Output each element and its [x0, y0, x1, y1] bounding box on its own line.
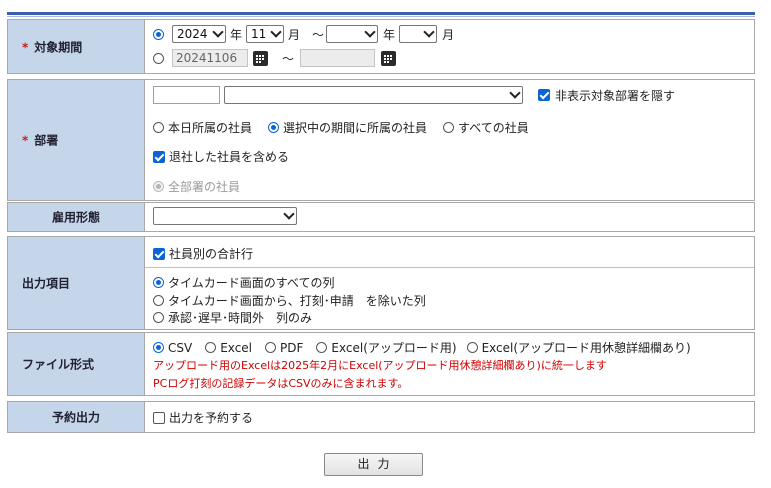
excel-upload-break-label: Excel(アップロード用休憩詳細欄あり) [481, 341, 691, 355]
top-rule [7, 12, 755, 15]
end-month-select[interactable] [399, 25, 438, 43]
reservation-section: 予約出力 出力を予約する [7, 401, 755, 433]
excel-upload-radio[interactable] [316, 342, 328, 353]
calendar-icon[interactable] [381, 50, 397, 66]
reserve-output-label: 出力を予約する [169, 411, 254, 425]
required-mark: * [22, 133, 29, 148]
period-label-cell: * 対象期間 [8, 20, 145, 73]
file-format-label: ファイル形式 [22, 357, 95, 372]
month-unit: 月 [288, 27, 301, 42]
period-month-radio[interactable] [153, 28, 164, 40]
csv-label: CSV [168, 340, 193, 355]
divider [145, 267, 754, 268]
period-members-radio[interactable] [268, 122, 280, 133]
all-members-label: すべての社員 [458, 121, 529, 135]
output-button[interactable]: 出力 [324, 453, 423, 476]
year-unit: 年 [230, 27, 243, 42]
end-year-unit: 年 [383, 27, 396, 42]
reservation-label-cell: 予約出力 [8, 402, 145, 432]
chevron-down-icon [270, 26, 282, 38]
all-columns-label: タイムカード画面のすべての列 [168, 276, 335, 290]
period-label: 対象期間 [34, 40, 83, 54]
date-from-input[interactable]: 20241106 [172, 49, 248, 67]
period-date-radio[interactable] [153, 52, 164, 64]
department-section: * 部署 非表示対象部署を隠す 本日所属の社員 選択中の期間に所属の社員 すべての… [7, 79, 755, 201]
department-label-cell: * 部署 [8, 80, 145, 200]
excel-unification-notice: アップロード用のExcelは2025年2月にExcel(アップロード用休憩詳細欄… [153, 359, 607, 372]
required-mark: * [22, 40, 29, 54]
pc-log-notice: PCログ打刻の記録データはCSVのみに含まれます。 [153, 377, 409, 390]
chevron-down-icon [212, 26, 224, 38]
period-section: * 対象期間 2024 年 11 月 ～ 年 月 20241106 ～ [7, 19, 755, 74]
employment-label-cell: 雇用形態 [8, 203, 145, 231]
excel-label: Excel [220, 340, 253, 355]
excel-upload-break-radio[interactable] [466, 342, 478, 353]
date-range-tilde: ～ [282, 51, 295, 66]
all-departments-radio[interactable] [153, 181, 164, 192]
csv-radio[interactable] [153, 342, 164, 353]
pdf-label: PDF [280, 340, 304, 355]
approval-only-label: 承認･遅早･時間外 列のみ [168, 311, 313, 325]
today-members-label: 本日所属の社員 [168, 121, 253, 135]
all-members-radio[interactable] [443, 122, 455, 133]
date-to-input[interactable] [300, 49, 376, 67]
all-columns-radio[interactable] [153, 277, 164, 288]
approval-only-radio[interactable] [153, 312, 164, 323]
today-members-radio[interactable] [153, 122, 164, 133]
output-items-label: 出力項目 [22, 276, 71, 291]
department-code-input[interactable] [153, 86, 220, 104]
per-employee-total-label: 社員別の合計行 [169, 247, 254, 261]
department-label: 部署 [34, 133, 59, 148]
pdf-radio[interactable] [265, 342, 277, 353]
excel-radio[interactable] [205, 342, 217, 353]
reserve-output-checkbox[interactable] [153, 411, 165, 424]
year-select[interactable]: 2024 [172, 25, 226, 43]
department-select[interactable] [224, 86, 523, 104]
calendar-icon[interactable] [253, 50, 268, 66]
file-format-label-cell: ファイル形式 [8, 333, 145, 395]
employment-label: 雇用形態 [51, 210, 100, 225]
employment-section: 雇用形態 [7, 202, 755, 232]
chevron-down-icon [423, 26, 435, 38]
chevron-down-icon [283, 208, 295, 220]
reservation-label: 予約出力 [51, 410, 100, 425]
range-tilde: ～ [312, 27, 325, 42]
include-retired-label: 退社した社員を含める [169, 150, 290, 164]
output-items-section: 出力項目 社員別の合計行 タイムカード画面のすべての列 タイムカード画面から、打… [7, 236, 755, 330]
exclude-punch-radio[interactable] [153, 295, 164, 306]
excel-upload-label: Excel(アップロード用) [331, 341, 457, 355]
month-select[interactable]: 11 [246, 25, 285, 43]
end-year-select[interactable] [326, 25, 379, 43]
top-rule-light [7, 16, 755, 17]
end-month-unit: 月 [442, 27, 455, 42]
chevron-down-icon [509, 87, 521, 99]
hide-hidden-departments-checkbox[interactable] [538, 89, 550, 101]
output-items-label-cell: 出力項目 [8, 237, 145, 329]
employment-type-select[interactable] [153, 207, 297, 225]
period-members-label: 選択中の期間に所属の社員 [283, 121, 428, 135]
per-employee-total-checkbox[interactable] [153, 247, 165, 260]
all-departments-label: 全部署の社員 [168, 180, 241, 194]
hide-hidden-departments-label: 非表示対象部署を隠す [555, 88, 676, 103]
exclude-punch-label: タイムカード画面から、打刻･申請 を除いた列 [168, 294, 426, 308]
chevron-down-icon [364, 26, 376, 38]
file-format-section: ファイル形式 CSV Excel PDF Excel(アップロード用) Exce… [7, 332, 755, 396]
include-retired-checkbox[interactable] [153, 150, 165, 163]
